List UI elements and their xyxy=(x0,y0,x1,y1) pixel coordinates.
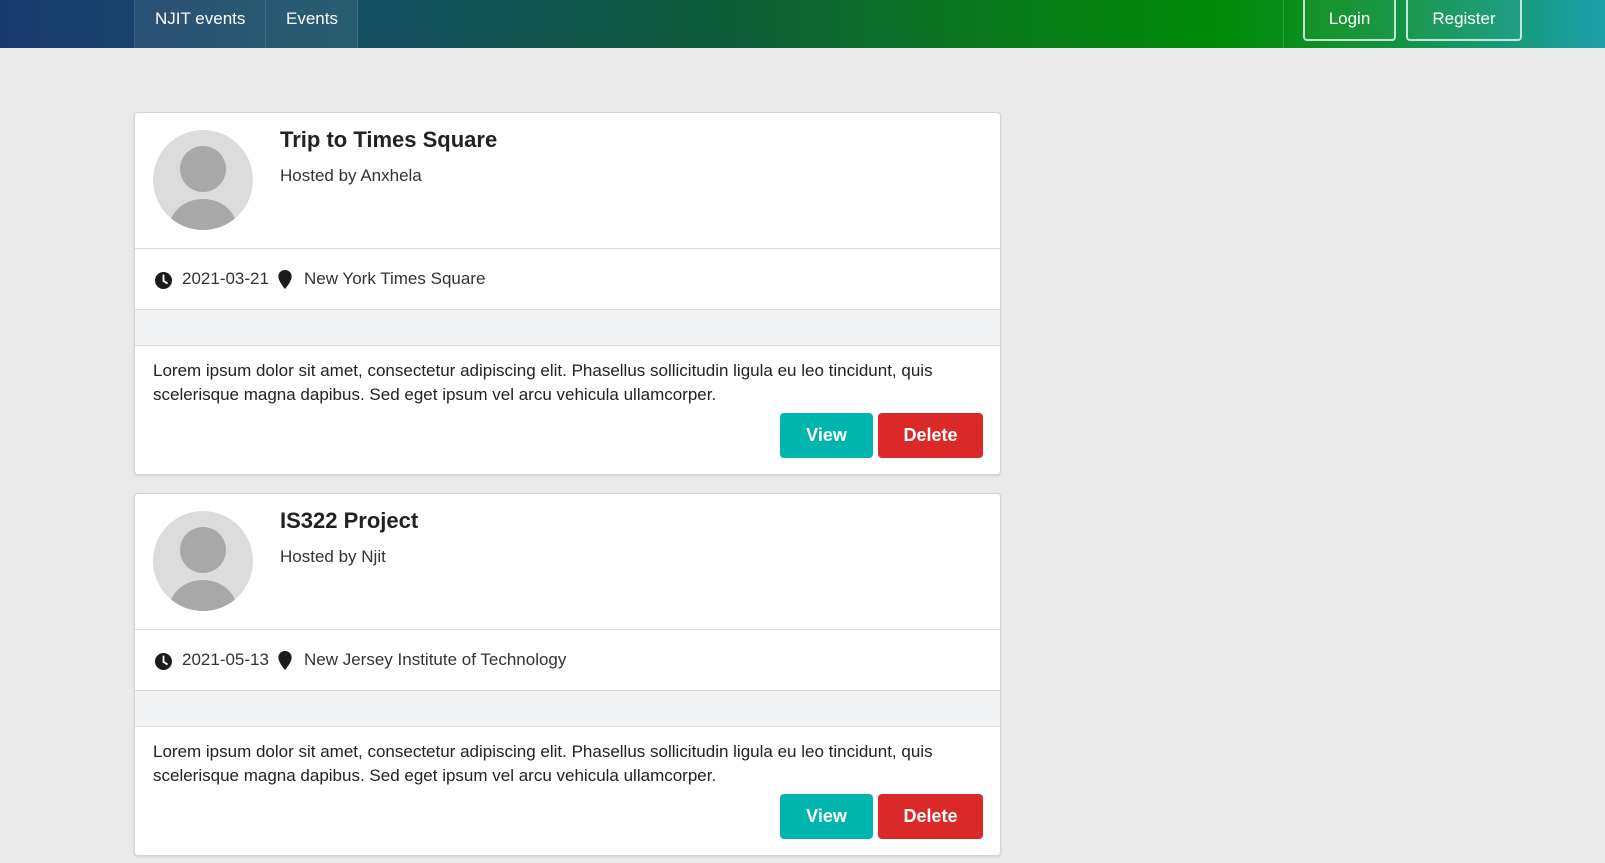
nav-brand-njit-events[interactable]: NJIT events xyxy=(134,0,266,48)
event-card-header: Trip to Times Square Hosted by Anxhela xyxy=(135,113,1000,249)
map-marker-icon xyxy=(278,270,292,289)
delete-button[interactable]: Delete xyxy=(878,413,983,458)
event-date: 2021-05-13 xyxy=(182,650,269,669)
event-meta: 2021-03-21 New York Times Square xyxy=(135,249,1000,310)
event-description: Lorem ipsum dolor sit amet, consectetur … xyxy=(153,361,933,404)
clock-icon xyxy=(155,653,172,670)
top-navbar: NJIT events Events Login Register xyxy=(0,0,1605,48)
event-card: IS322 Project Hosted by Njit 2021-05-13 … xyxy=(134,493,1001,856)
avatar-head xyxy=(180,527,226,573)
nav-divider xyxy=(1283,0,1284,48)
avatar-body xyxy=(169,580,237,611)
event-meta: 2021-05-13 New Jersey Institute of Techn… xyxy=(135,630,1000,691)
nav-item-events[interactable]: Events xyxy=(266,0,358,48)
event-title[interactable]: IS322 Project xyxy=(280,508,418,534)
view-button[interactable]: View xyxy=(780,794,873,839)
event-host: Hosted by Anxhela xyxy=(280,166,422,185)
event-attendees-strip xyxy=(135,691,1000,727)
map-marker-icon xyxy=(278,651,292,670)
event-venue: New Jersey Institute of Technology xyxy=(304,650,567,669)
register-button[interactable]: Register xyxy=(1406,0,1522,41)
avatar-body xyxy=(169,199,237,230)
event-attendees-strip xyxy=(135,310,1000,346)
view-button[interactable]: View xyxy=(780,413,873,458)
login-button[interactable]: Login xyxy=(1303,0,1396,41)
avatar-head xyxy=(180,146,226,192)
event-card: Trip to Times Square Hosted by Anxhela 2… xyxy=(134,112,1001,475)
event-description: Lorem ipsum dolor sit amet, consectetur … xyxy=(153,742,933,785)
host-avatar xyxy=(153,130,253,230)
event-card-header: IS322 Project Hosted by Njit xyxy=(135,494,1000,630)
event-date: 2021-03-21 xyxy=(182,269,269,288)
clock-icon xyxy=(155,272,172,289)
event-venue: New York Times Square xyxy=(304,269,486,288)
host-avatar xyxy=(153,511,253,611)
event-title[interactable]: Trip to Times Square xyxy=(280,127,497,153)
event-host: Hosted by Njit xyxy=(280,547,386,566)
delete-button[interactable]: Delete xyxy=(878,794,983,839)
